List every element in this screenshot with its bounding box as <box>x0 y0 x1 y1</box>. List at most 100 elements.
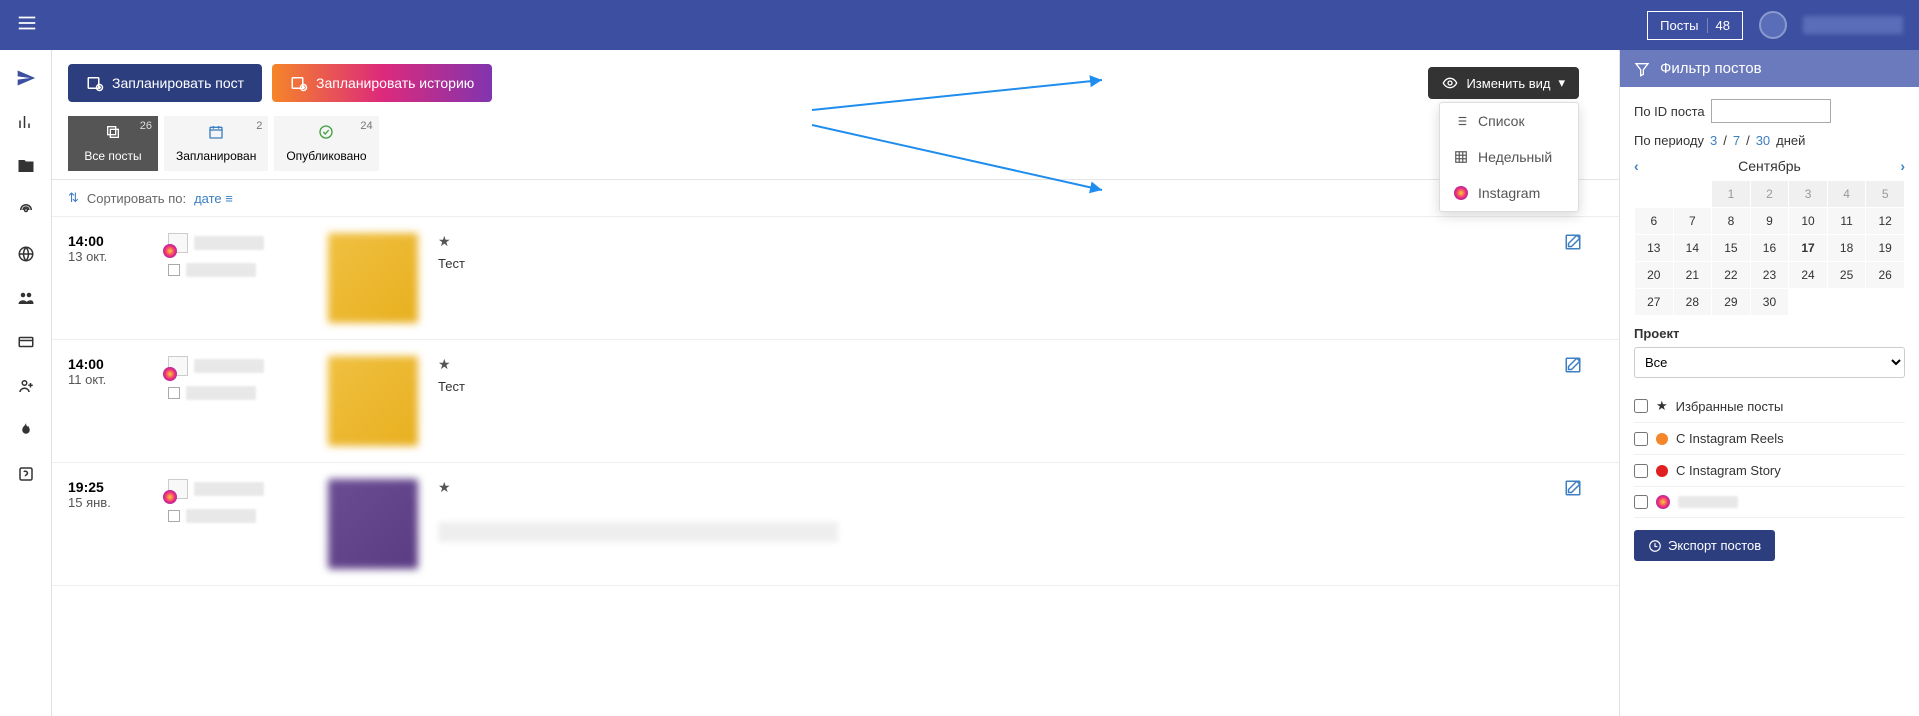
post-star-icon[interactable]: ★ <box>438 233 1523 250</box>
nav-analytics-icon[interactable] <box>0 102 52 142</box>
project-select[interactable]: Все <box>1634 347 1905 378</box>
tab-published[interactable]: 24 Опубликовано <box>274 116 378 171</box>
fav-checkbox[interactable] <box>1634 399 1648 413</box>
nav-help-icon[interactable] <box>0 454 52 494</box>
calendar-day[interactable]: 25 <box>1827 262 1866 289</box>
tab-scheduled[interactable]: 2 Запланирован <box>164 116 268 171</box>
calendar-day[interactable]: 16 <box>1750 235 1789 262</box>
period-3[interactable]: 3 <box>1710 133 1717 148</box>
nav-globe-icon[interactable] <box>0 234 52 274</box>
calendar-day[interactable]: 3 <box>1789 181 1828 208</box>
calendar-day[interactable]: 12 <box>1866 208 1905 235</box>
posts-count-badge[interactable]: Посты 48 <box>1647 11 1743 40</box>
calendar-day[interactable]: 9 <box>1750 208 1789 235</box>
post-body: ★ Тест <box>438 356 1523 446</box>
tab-all-posts[interactable]: 26 Все посты <box>68 116 158 171</box>
filter-fav-row[interactable]: ★ Избранные посты <box>1634 390 1905 423</box>
account-thumb[interactable] <box>168 356 188 376</box>
period-7[interactable]: 7 <box>1733 133 1740 148</box>
calendar-day[interactable]: 20 <box>1635 262 1674 289</box>
view-option-list[interactable]: Список <box>1440 103 1578 139</box>
post-media-thumb[interactable] <box>328 356 418 446</box>
story-checkbox[interactable] <box>1634 464 1648 478</box>
export-button[interactable]: Экспорт постов <box>1634 530 1775 561</box>
calendar-day[interactable]: 15 <box>1712 235 1751 262</box>
nav-send-icon[interactable] <box>0 58 52 98</box>
calendar-day[interactable]: 24 <box>1789 262 1828 289</box>
edit-icon[interactable] <box>1564 479 1582 502</box>
calendar-day[interactable]: 10 <box>1789 208 1828 235</box>
calendar-day[interactable]: 17 <box>1789 235 1828 262</box>
calendar-day[interactable]: 8 <box>1712 208 1751 235</box>
post-media-thumb[interactable] <box>328 233 418 323</box>
account-name <box>194 359 264 373</box>
edit-icon[interactable] <box>1564 233 1582 256</box>
calendar-day[interactable]: 7 <box>1673 208 1712 235</box>
calendar-day[interactable]: 13 <box>1635 235 1674 262</box>
edit-icon[interactable] <box>1564 356 1582 379</box>
schedule-story-label: Запланировать историю <box>316 75 474 91</box>
schedule-post-button[interactable]: Запланировать пост <box>68 64 262 102</box>
change-view-button[interactable]: Изменить вид ▾ <box>1428 67 1579 99</box>
account-checkbox[interactable] <box>1634 495 1648 509</box>
filter-reels-row[interactable]: С Instagram Reels <box>1634 423 1905 455</box>
reels-checkbox[interactable] <box>1634 432 1648 446</box>
nav-folder-icon[interactable] <box>0 146 52 186</box>
view-option-instagram[interactable]: Instagram <box>1440 175 1578 211</box>
period-30[interactable]: 30 <box>1756 133 1770 148</box>
post-time-value: 19:25 <box>68 479 148 495</box>
nav-fire-icon[interactable] <box>0 410 52 450</box>
calendar-next[interactable]: › <box>1900 158 1905 174</box>
filter-story-row[interactable]: С Instagram Story <box>1634 455 1905 487</box>
view-option-weekly[interactable]: Недельный <box>1440 139 1578 175</box>
filter-account-row[interactable] <box>1634 487 1905 518</box>
sort-value[interactable]: дате ≡ <box>194 191 233 206</box>
calendar-day[interactable]: 28 <box>1673 289 1712 316</box>
calendar-day[interactable]: 30 <box>1750 289 1789 316</box>
posts-label: Посты <box>1660 18 1698 33</box>
calendar-day[interactable]: 21 <box>1673 262 1712 289</box>
filter-id-input[interactable] <box>1711 99 1831 123</box>
calendar-prev[interactable]: ‹ <box>1634 158 1639 174</box>
avatar[interactable] <box>1759 11 1787 39</box>
nav-broadcast-icon[interactable] <box>0 190 52 230</box>
calendar-day[interactable]: 23 <box>1750 262 1789 289</box>
account-checkbox[interactable] <box>168 510 180 522</box>
calendar-day[interactable]: 19 <box>1866 235 1905 262</box>
post-item: 14:00 13 окт. ★ Тест <box>52 217 1619 340</box>
tab-count: 2 <box>256 120 262 132</box>
post-star-icon[interactable]: ★ <box>438 356 1523 373</box>
hamburger-menu[interactable] <box>16 12 38 39</box>
tab-label: Все посты <box>84 149 141 163</box>
tab-count: 26 <box>140 120 152 132</box>
calendar-day[interactable]: 26 <box>1866 262 1905 289</box>
post-media-thumb[interactable] <box>328 479 418 569</box>
calendar-day[interactable]: 11 <box>1827 208 1866 235</box>
username[interactable] <box>1803 16 1903 34</box>
nav-card-icon[interactable] <box>0 322 52 362</box>
calendar-day[interactable]: 5 <box>1866 181 1905 208</box>
sort-row: ⇅ Сортировать по: дате ≡ <box>52 180 1619 217</box>
schedule-story-button[interactable]: Запланировать историю <box>272 64 492 102</box>
account-checkbox[interactable] <box>168 387 180 399</box>
account-thumb[interactable] <box>168 233 188 253</box>
calendar-day[interactable]: 2 <box>1750 181 1789 208</box>
calendar-day[interactable]: 6 <box>1635 208 1674 235</box>
sort-icon[interactable]: ⇅ <box>68 190 79 206</box>
post-star-icon[interactable]: ★ <box>438 479 1523 496</box>
account-checkbox[interactable] <box>168 264 180 276</box>
post-date-value: 15 янв. <box>68 495 148 510</box>
calendar-day[interactable]: 14 <box>1673 235 1712 262</box>
filter-period-label: По периоду <box>1634 133 1704 148</box>
calendar-day[interactable]: 29 <box>1712 289 1751 316</box>
calendar-day[interactable]: 1 <box>1712 181 1751 208</box>
account-thumb[interactable] <box>168 479 188 499</box>
nav-add-user-icon[interactable] <box>0 366 52 406</box>
calendar-day[interactable]: 4 <box>1827 181 1866 208</box>
filter-icon <box>1634 61 1650 77</box>
chevron-down-icon: ▾ <box>1558 75 1565 91</box>
calendar-day[interactable]: 18 <box>1827 235 1866 262</box>
calendar-day[interactable]: 27 <box>1635 289 1674 316</box>
calendar-day[interactable]: 22 <box>1712 262 1751 289</box>
nav-users-icon[interactable] <box>0 278 52 318</box>
